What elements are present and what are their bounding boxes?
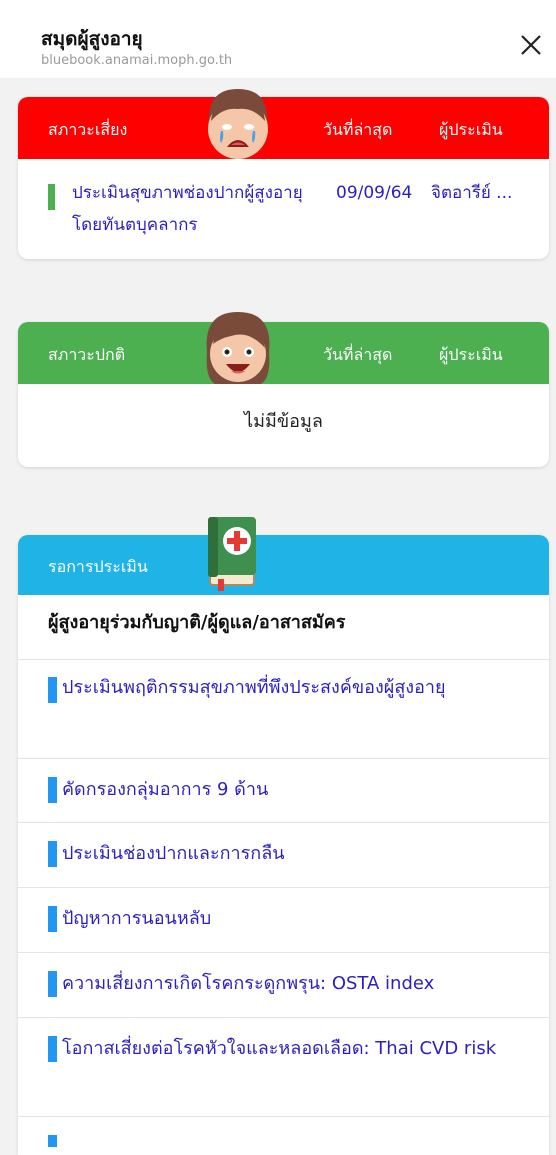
normal-card: สภาวะปกติ วันที่ล่าสุด ผู้ประเมิน ไม่มีข… — [18, 312, 549, 467]
list-item-label: โอกาสเสี่ยงต่อโรคหัวใจและหลอดเลือด: Thai… — [62, 1038, 497, 1059]
medical-book-icon — [208, 517, 256, 591]
assessor-header: ผู้ประเมิน — [439, 345, 503, 364]
assessor-header: ผู้ประเมิน — [439, 120, 503, 139]
normal-label: สภาวะปกติ — [48, 345, 126, 364]
list-item[interactable]: ประเมินพฤติกรรมสุขภาพที่พึงประสงค์ของผู้… — [18, 660, 549, 759]
list-item-label: ประเมินช่องปากและการกลืน — [62, 843, 285, 864]
risk-card: สภาวะเสี่ยง วันที่ล่าสุด ผู้ประเมิน ประเ… — [18, 89, 549, 259]
list-item-label: ความเสี่ยงการเกิดโรคกระดูกพรุน: OSTA ind… — [62, 973, 435, 994]
list-item-partial[interactable] — [18, 1117, 549, 1147]
list-item-marker — [48, 1036, 57, 1062]
list-item-marker — [48, 1135, 57, 1147]
list-item[interactable]: ความเสี่ยงการเกิดโรคกระดูกพรุน: OSTA ind… — [18, 953, 549, 1018]
risk-card-header: สภาวะเสี่ยง วันที่ล่าสุด ผู้ประเมิน — [18, 89, 549, 159]
risk-item[interactable]: ประเมินสุขภาพช่องปากผู้สูงอายุโดยทันตบุค… — [18, 159, 549, 235]
list-item-marker — [48, 906, 57, 932]
risk-item-date: 09/09/64 — [336, 183, 413, 203]
list-item-marker — [48, 841, 57, 867]
list-item[interactable]: คัดกรองกลุ่มอาการ 9 ด้าน — [18, 759, 549, 823]
pending-card-header: รอการประเมิน — [18, 517, 549, 595]
happy-face-icon — [206, 312, 270, 384]
pending-label: รอการประเมิน — [48, 557, 148, 576]
group-title: ผู้สูงอายุร่วมกับญาติ/ผู้ดูแล/อาสาสมัคร — [18, 595, 549, 660]
list-item[interactable]: โอกาสเสี่ยงต่อโรคหัวใจและหลอดเลือด: Thai… — [18, 1018, 549, 1117]
risk-item-title: ประเมินสุขภาพช่องปากผู้สูงอายุโดยทันตบุค… — [72, 183, 303, 235]
list-item-label: คัดกรองกลุ่มอาการ 9 ด้าน — [62, 779, 269, 800]
empty-state-text: ไม่มีข้อมูล — [244, 411, 323, 432]
list-item-marker — [48, 677, 57, 703]
list-item-marker — [48, 971, 57, 997]
app-title: สมุดผู้สูงอายุ — [41, 28, 143, 50]
list-item-label: ปัญหาการนอนหลับ — [62, 908, 212, 929]
list-item[interactable]: ประเมินช่องปากและการกลืน — [18, 823, 549, 888]
list-item-label: ประเมินพฤติกรรมสุขภาพที่พึงประสงค์ของผู้… — [62, 677, 446, 698]
pending-card: รอการประเมิน ผู้สูงอายุร่วมกับญาติ/ผู้ดู… — [18, 517, 549, 1155]
date-header: วันที่ล่าสุด — [323, 120, 393, 139]
risk-item-assessor: จิตอารีย์ ... — [431, 183, 513, 203]
status-marker — [48, 184, 55, 210]
date-header: วันที่ล่าสุด — [323, 345, 393, 364]
crying-face-icon — [208, 89, 268, 159]
normal-card-header: สภาวะปกติ วันที่ล่าสุด ผู้ประเมิน — [18, 312, 549, 384]
risk-label: สภาวะเสี่ยง — [48, 120, 128, 139]
list-item-marker — [48, 777, 57, 803]
top-bar: สมุดผู้สูงอายุ bluebook.anamai.moph.go.t… — [0, 0, 556, 78]
close-icon[interactable] — [516, 30, 546, 60]
list-item[interactable]: ปัญหาการนอนหลับ — [18, 888, 549, 953]
app-url: bluebook.anamai.moph.go.th — [41, 53, 233, 68]
